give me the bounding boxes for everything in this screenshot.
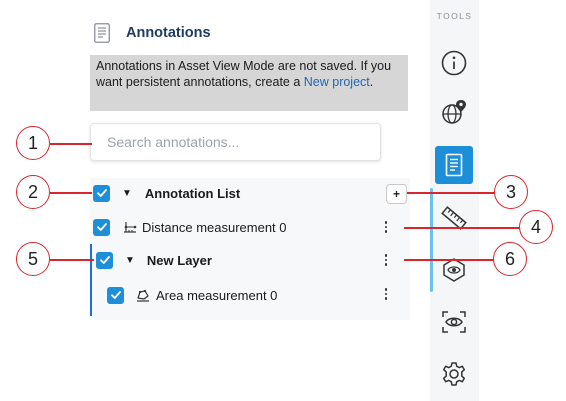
list-item[interactable]: Area measurement 0 bbox=[107, 282, 387, 308]
panel-header: Annotations bbox=[94, 20, 211, 46]
settings-icon bbox=[442, 362, 466, 386]
item-checkbox[interactable] bbox=[107, 286, 124, 304]
layer-collapse-caret-icon[interactable]: ▼ bbox=[125, 255, 135, 266]
layer-row[interactable]: ▼ New Layer bbox=[96, 247, 396, 273]
add-annotation-button[interactable]: + bbox=[386, 184, 407, 204]
collapse-caret-icon[interactable]: ▼ bbox=[122, 188, 132, 199]
layer-checkbox[interactable] bbox=[96, 251, 113, 269]
layer-more-icon[interactable] bbox=[381, 252, 391, 268]
item-checkbox[interactable] bbox=[93, 218, 110, 236]
search-input[interactable] bbox=[90, 123, 381, 161]
check-icon bbox=[110, 291, 121, 299]
callout-4: 4 bbox=[519, 210, 553, 244]
item-more-icon[interactable] bbox=[381, 219, 391, 235]
layer-label: New Layer bbox=[146, 252, 212, 268]
visibility-icon bbox=[442, 311, 466, 333]
new-project-link[interactable]: New project bbox=[304, 75, 370, 89]
item-label: Distance measurement 0 bbox=[142, 219, 287, 235]
callout-line-2 bbox=[50, 192, 92, 194]
measure-tool-button[interactable] bbox=[435, 199, 473, 237]
info-icon bbox=[441, 50, 467, 76]
callout-2: 2 bbox=[16, 175, 50, 209]
settings-tool-button[interactable] bbox=[435, 355, 473, 393]
annotations-panel: Annotations Annotations in Asset View Mo… bbox=[88, 0, 418, 401]
tools-sidebar: TOOLS bbox=[430, 0, 479, 401]
notice-suffix: . bbox=[369, 74, 374, 89]
check-icon bbox=[99, 256, 110, 264]
layers-tool-button[interactable] bbox=[435, 250, 473, 288]
globe-pin-icon bbox=[442, 100, 466, 124]
annotations-icon bbox=[445, 153, 463, 177]
callout-1: 1 bbox=[16, 126, 50, 160]
panel-title: Annotations bbox=[126, 25, 211, 41]
toolbar-scrollbar[interactable] bbox=[430, 188, 433, 292]
callout-line-5 bbox=[50, 259, 94, 261]
check-icon bbox=[96, 223, 107, 231]
visibility-tool-button[interactable] bbox=[435, 303, 473, 341]
annotations-tool-button[interactable] bbox=[435, 146, 473, 184]
item-more-icon[interactable] bbox=[381, 286, 391, 302]
info-tool-button[interactable] bbox=[435, 44, 473, 82]
callout-5: 5 bbox=[16, 242, 50, 276]
tools-label: TOOLS bbox=[436, 11, 473, 21]
callout-line-4 bbox=[404, 227, 520, 229]
asset-view-notice: Annotations in Asset View Mode are not s… bbox=[90, 55, 408, 111]
item-label: Area measurement 0 bbox=[156, 287, 278, 303]
layer-indicator bbox=[90, 244, 92, 316]
list-item[interactable]: Distance measurement 0 bbox=[93, 214, 393, 240]
area-measurement-icon bbox=[137, 289, 149, 302]
check-icon bbox=[96, 189, 107, 197]
document-icon bbox=[94, 23, 110, 43]
callout-3: 3 bbox=[494, 175, 528, 209]
distance-measurement-icon bbox=[124, 222, 137, 233]
annotation-list: ▼ Annotation List + Distance measurement… bbox=[90, 178, 410, 320]
callout-6: 6 bbox=[493, 242, 527, 276]
geo-tool-button[interactable] bbox=[435, 93, 473, 131]
callout-line-1 bbox=[50, 143, 92, 145]
annotation-list-root-row[interactable]: ▼ Annotation List bbox=[93, 180, 411, 206]
callout-line-6 bbox=[404, 259, 494, 261]
callout-line-3 bbox=[407, 192, 495, 194]
annotation-list-checkbox[interactable] bbox=[93, 184, 110, 202]
annotation-list-label: Annotation List bbox=[144, 185, 241, 201]
